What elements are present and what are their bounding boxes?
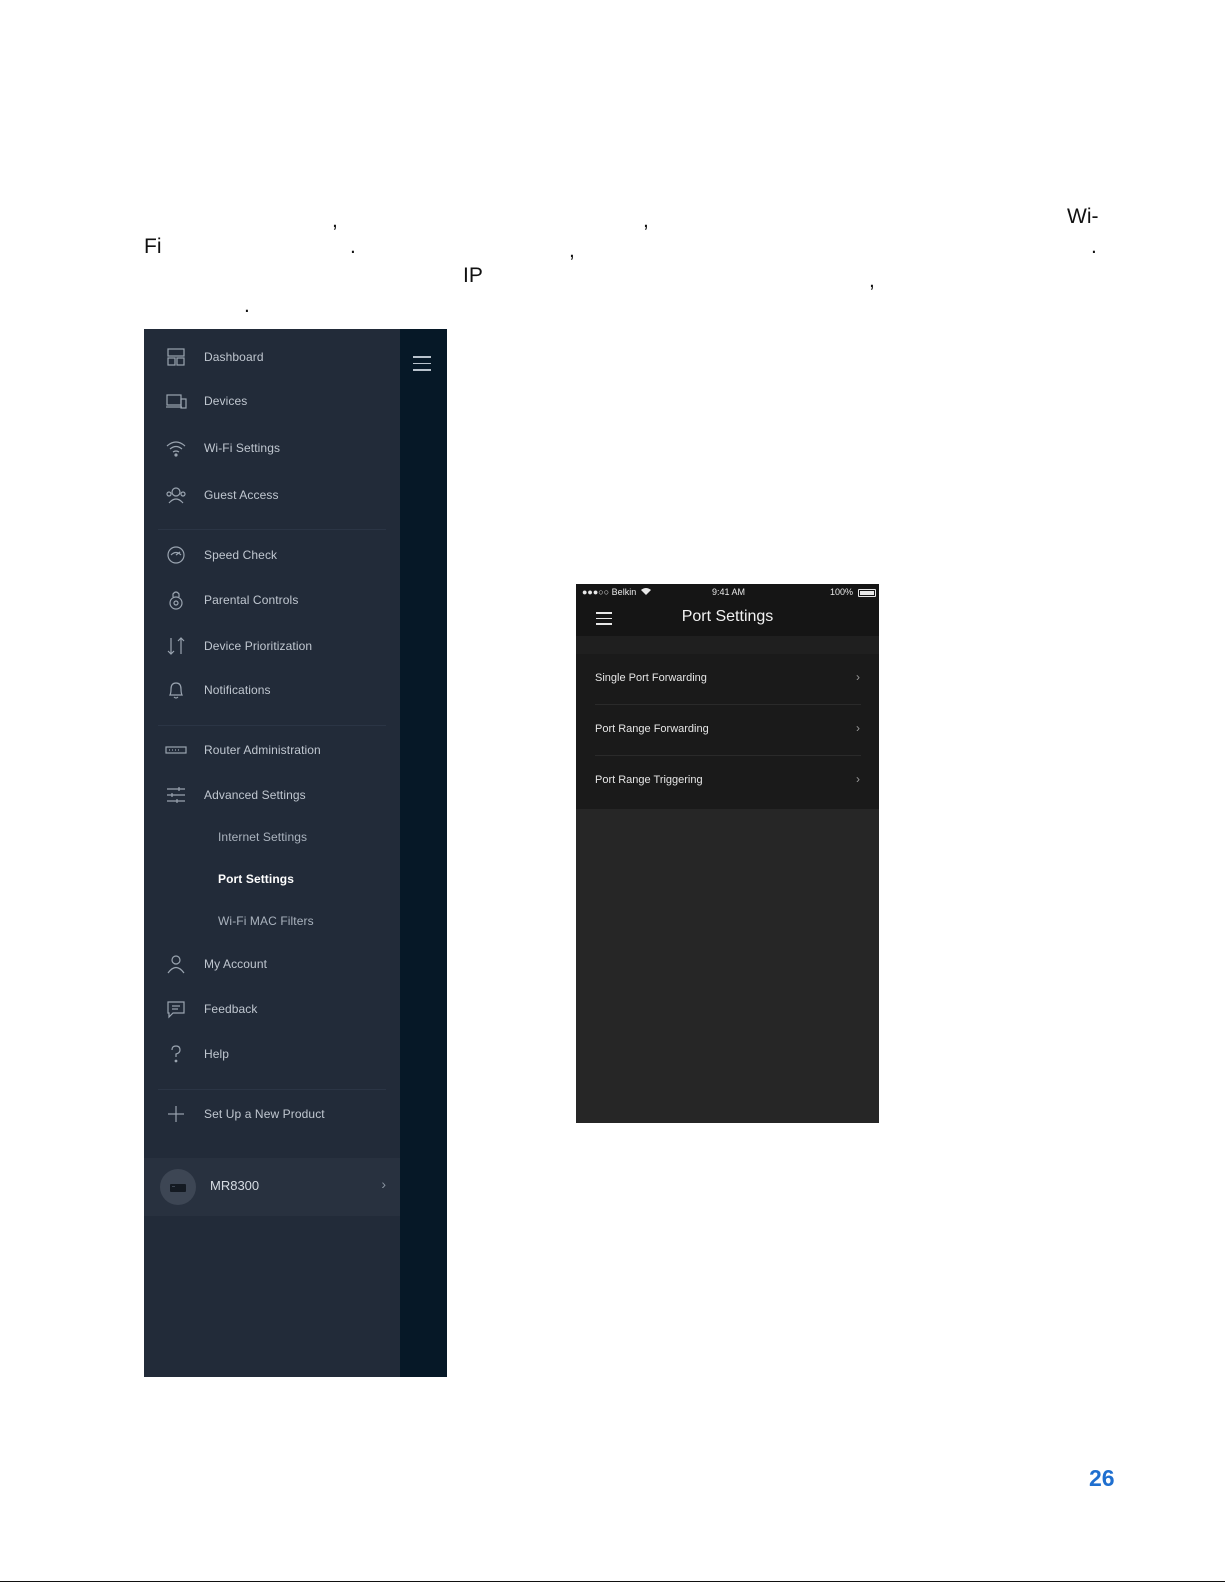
speedometer-icon xyxy=(164,543,188,567)
sidebar-subitem-port-settings[interactable]: Port Settings xyxy=(144,864,400,894)
sidebar-menu-screenshot: Dashboard Devices Wi-Fi Settings Guest A… xyxy=(144,329,447,1377)
sidebar-item-label: Parental Controls xyxy=(204,593,299,607)
list-item-label: Single Port Forwarding xyxy=(595,672,707,684)
text-fragment: , xyxy=(332,209,338,232)
phone-header: ●●●○○ Belkin 9:41 AM 100% Port Settings xyxy=(576,584,879,636)
sidebar-item-label: Feedback xyxy=(204,1002,258,1016)
sidebar-item-label: Help xyxy=(204,1047,230,1061)
sidebar-item-label: Speed Check xyxy=(204,548,278,562)
list-item-port-range-forwarding[interactable]: Port Range Forwarding › xyxy=(576,705,879,756)
dashboard-icon xyxy=(164,345,188,369)
priority-arrows-icon xyxy=(164,634,188,658)
wifi-signal-icon xyxy=(641,587,651,597)
sidebar-item-feedback[interactable]: Feedback xyxy=(144,994,400,1024)
list-item-port-range-triggering[interactable]: Port Range Triggering › xyxy=(576,756,879,807)
bell-icon xyxy=(164,678,188,702)
sidebar-item-label: Devices xyxy=(204,394,248,408)
help-icon xyxy=(164,1042,188,1066)
text-fragment: . xyxy=(350,235,356,258)
list-item-label: Port Range Triggering xyxy=(595,774,703,786)
status-time: 9:41 AM xyxy=(712,587,746,597)
devices-icon xyxy=(164,389,188,413)
chat-icon xyxy=(164,997,188,1021)
sidebar-item-label: My Account xyxy=(204,957,268,971)
sidebar-item-devices[interactable]: Devices xyxy=(144,386,400,416)
router-avatar xyxy=(160,1169,196,1205)
sidebar-item-label: Wi-Fi Settings xyxy=(204,441,281,455)
lock-icon xyxy=(164,588,188,612)
sidebar-item-label: Dashboard xyxy=(204,350,264,364)
sliders-icon xyxy=(164,783,188,807)
text-fragment: . xyxy=(244,294,250,317)
chevron-right-icon: › xyxy=(381,1176,386,1192)
router-icon xyxy=(164,738,188,762)
sidebar-item-advanced-settings[interactable]: Advanced Settings xyxy=(144,780,400,810)
text-fragment: Wi- xyxy=(1067,205,1099,228)
sidebar-item-wifi-settings[interactable]: Wi-Fi Settings xyxy=(144,433,400,463)
text-fragment: . xyxy=(1091,235,1097,258)
sidebar-item-set-up-new-product[interactable]: Set Up a New Product xyxy=(144,1099,400,1129)
text-fragment: , xyxy=(569,239,575,262)
sidebar-subitem-internet-settings[interactable]: Internet Settings xyxy=(144,822,400,852)
port-settings-phone-screenshot: ●●●○○ Belkin 9:41 AM 100% Port Settings … xyxy=(576,584,879,1123)
text-fragment: Fi xyxy=(144,235,162,258)
divider xyxy=(158,1089,386,1090)
sidebar-item-label: Set Up a New Product xyxy=(204,1107,325,1121)
text-fragment: , xyxy=(643,209,649,232)
router-image-icon xyxy=(170,1184,186,1192)
list-item-label: Port Range Forwarding xyxy=(595,723,709,735)
list-item-single-port-forwarding[interactable]: Single Port Forwarding › xyxy=(576,654,879,705)
plus-icon xyxy=(164,1102,188,1126)
section-spacer xyxy=(576,636,879,654)
bottom-rule xyxy=(0,1581,1225,1582)
sidebar-item-label: Guest Access xyxy=(204,488,279,502)
guest-icon xyxy=(164,483,188,507)
status-carrier: ●●●○○ Belkin xyxy=(582,587,637,597)
sidebar-item-my-account[interactable]: My Account xyxy=(144,949,400,979)
chevron-right-icon: › xyxy=(856,772,860,786)
text-fragment: IP xyxy=(463,264,483,287)
sidebar-item-parental-controls[interactable]: Parental Controls xyxy=(144,585,400,615)
chevron-right-icon: › xyxy=(856,670,860,684)
battery-icon xyxy=(858,589,876,597)
sidebar-item-help[interactable]: Help xyxy=(144,1039,400,1069)
sidebar-item-label: Device Prioritization xyxy=(204,639,313,653)
sidebar-item-label: Notifications xyxy=(204,683,271,697)
text-fragment: , xyxy=(869,269,875,292)
page-number: 26 xyxy=(1089,1465,1115,1491)
sidebar-item-dashboard[interactable]: Dashboard xyxy=(144,342,400,372)
user-icon xyxy=(164,952,188,976)
sidebar-item-label: Advanced Settings xyxy=(204,788,306,802)
sidebar-overlay-strip xyxy=(400,329,447,1377)
router-device-row[interactable]: MR8300 › xyxy=(144,1158,400,1216)
chevron-right-icon: › xyxy=(856,721,860,735)
wifi-icon xyxy=(164,436,188,460)
sidebar-item-device-prioritization[interactable]: Device Prioritization xyxy=(144,631,400,661)
sidebar-item-router-administration[interactable]: Router Administration xyxy=(144,735,400,765)
sidebar-item-label: Port Settings xyxy=(218,872,294,886)
sidebar-subitem-wifi-mac-filters[interactable]: Wi-Fi MAC Filters xyxy=(144,906,400,936)
sidebar-item-label: Internet Settings xyxy=(218,830,308,844)
sidebar-item-label: Wi-Fi MAC Filters xyxy=(218,914,314,928)
router-name: MR8300 xyxy=(210,1178,260,1193)
divider xyxy=(158,725,386,726)
status-battery-percent: 100% xyxy=(830,587,854,597)
sidebar-item-speed-check[interactable]: Speed Check xyxy=(144,540,400,570)
sidebar-item-label: Router Administration xyxy=(204,743,321,757)
sidebar-item-notifications[interactable]: Notifications xyxy=(144,675,400,705)
divider xyxy=(158,529,386,530)
hamburger-menu-icon[interactable] xyxy=(413,356,431,376)
sidebar-item-guest-access[interactable]: Guest Access xyxy=(144,480,400,510)
port-settings-list: Single Port Forwarding › Port Range Forw… xyxy=(576,654,879,809)
screen-title: Port Settings xyxy=(681,608,774,625)
